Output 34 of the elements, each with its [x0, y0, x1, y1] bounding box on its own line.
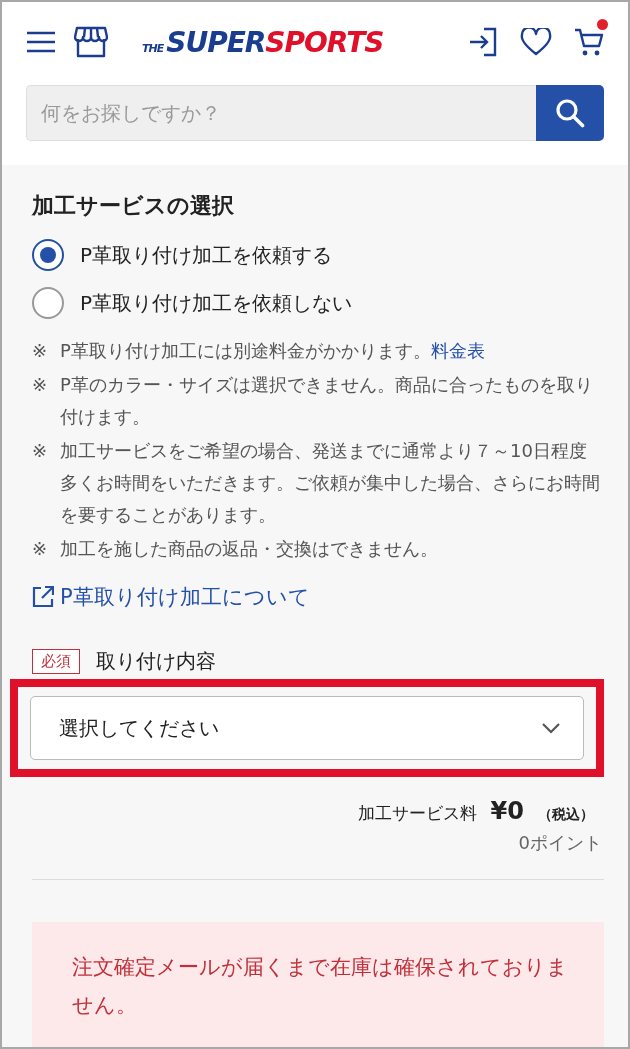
radio-button[interactable] [32, 239, 64, 271]
logo[interactable]: THESUPERSPORTS [142, 25, 384, 59]
search-button[interactable] [536, 85, 604, 141]
section-title: 加工サービスの選択 [32, 192, 235, 220]
required-badge: 必須 [32, 649, 80, 674]
tax-note: （税込） [538, 806, 594, 824]
note-mark: ※ [32, 439, 49, 463]
search-field[interactable]: 何をお探しですか？ [26, 85, 536, 141]
field-label: 取り付け内容 [96, 648, 216, 675]
fee-label: 加工サービス料 [357, 802, 477, 825]
select-dropdown[interactable]: 選択してください [30, 696, 584, 760]
fee-price: ¥0 [490, 797, 524, 825]
note-text: P革取り付け加工には別途料金がかかります。料金表 [60, 339, 486, 363]
login-icon[interactable] [468, 27, 498, 57]
note-text: 加工を施した商品の返品・交換はできません。 [60, 537, 439, 561]
notice-text: 注文確定メールが届くまで在庫は確保されておりません。 [72, 954, 568, 1019]
option-label[interactable]: P革取り付け加工を依頼する [80, 241, 333, 269]
note-mark: ※ [32, 373, 49, 397]
storefront-icon[interactable] [74, 26, 108, 58]
note-text: P革のカラー・サイズは選択できません。商品に合ったものを取り付けます。 [60, 373, 594, 429]
note-mark: ※ [32, 537, 49, 561]
external-link[interactable]: P革取り付け加工について [32, 583, 310, 611]
chevron-down-icon [541, 722, 561, 734]
external-link-icon [32, 586, 54, 608]
note-mark: ※ [32, 339, 49, 363]
note-text: 加工サービスをご希望の場合、発送までに通常より７～10日程度多くお時間をいただきます。ご依頼が集中した場合、さらにお時間を要することがあります。 [60, 439, 600, 527]
points-text: 0ポイント [518, 831, 602, 855]
menu-icon[interactable] [26, 31, 56, 53]
option-label[interactable]: P革取り付け加工を依頼しない [80, 289, 353, 317]
radio-button[interactable] [32, 287, 64, 319]
cart-icon[interactable] [574, 27, 604, 57]
price-table-link[interactable]: 料金表 [430, 340, 485, 361]
search-icon [555, 98, 585, 128]
heart-icon[interactable] [520, 28, 552, 56]
